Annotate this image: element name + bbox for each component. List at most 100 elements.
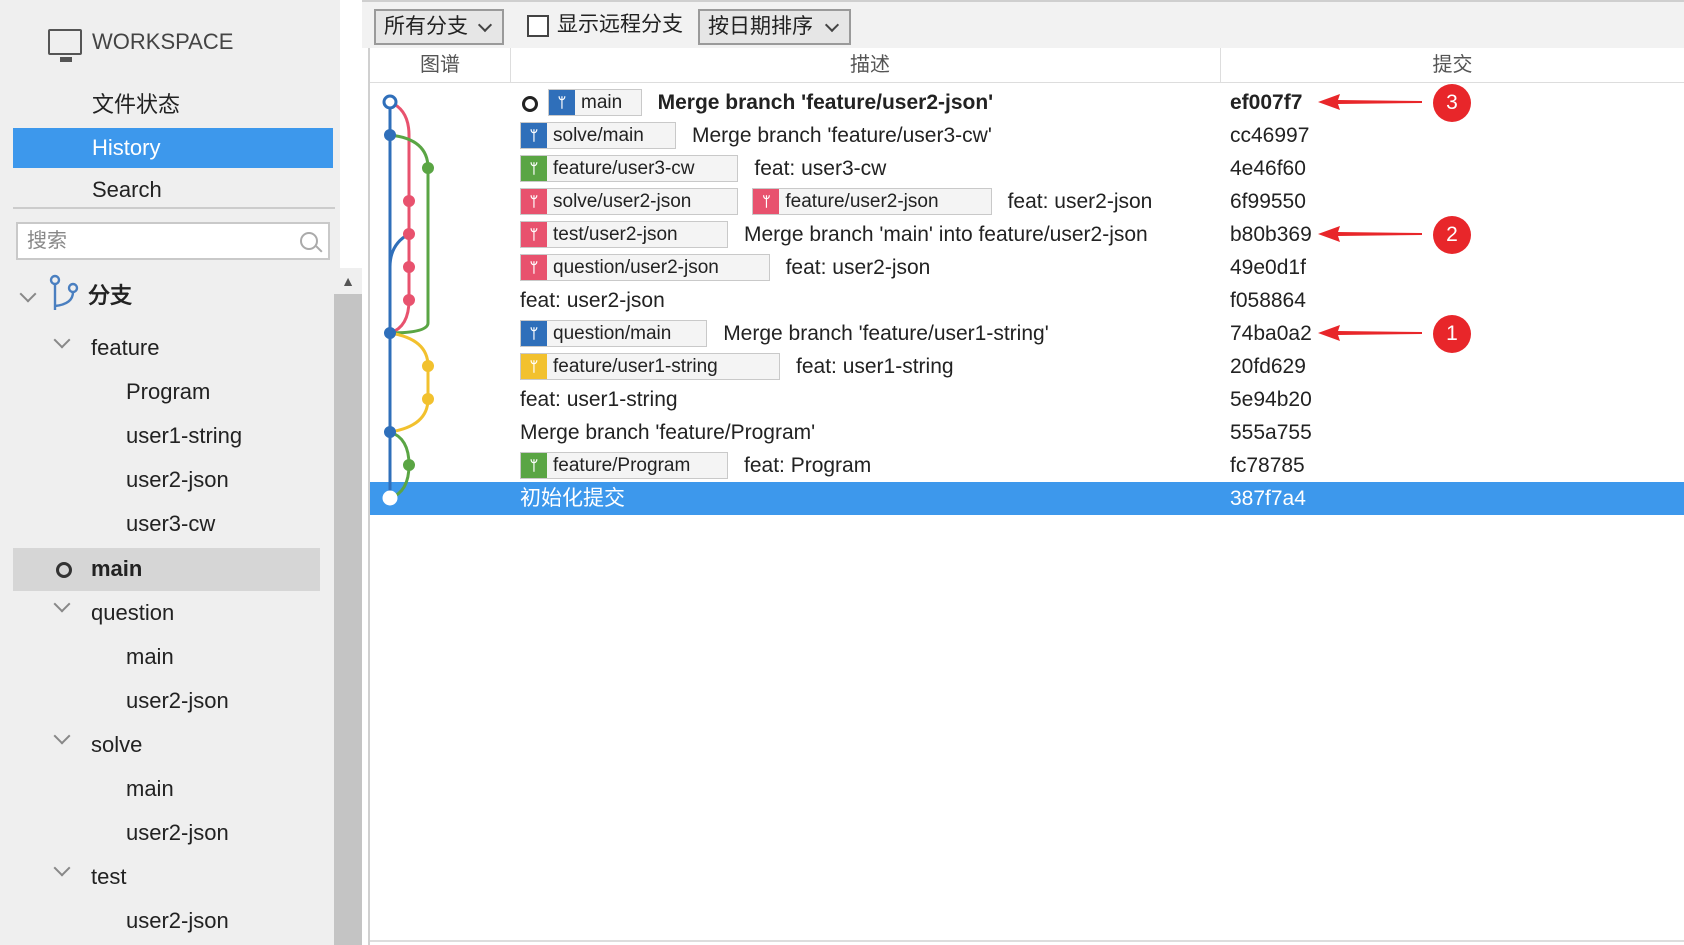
- scroll-up-icon[interactable]: ▲: [334, 268, 362, 294]
- commit-hash: b80b369: [1230, 223, 1312, 246]
- tree-item-feature-user2-json[interactable]: user2-json: [126, 460, 229, 500]
- annotation-marker: 3: [1433, 84, 1471, 122]
- branch-icon: ᛘ: [549, 90, 575, 115]
- chevron-down-icon: [824, 17, 840, 33]
- graph-edge: [389, 331, 430, 434]
- commit-row[interactable]: ᛘ test/user2-json Merge branch 'main' into…: [370, 218, 1684, 251]
- branch-tag[interactable]: ᛘ solve/main: [520, 122, 676, 149]
- commit-row[interactable]: ᛘ question/main Merge branch 'feature/user…: [370, 317, 1684, 350]
- tree-item-feature-program[interactable]: Program: [126, 372, 210, 412]
- graph-node[interactable]: [422, 393, 434, 405]
- tree-group-test[interactable]: test: [91, 857, 126, 897]
- column-commit[interactable]: 提交: [1221, 48, 1684, 82]
- chevron-down-icon[interactable]: [53, 859, 71, 877]
- tree-item-solve-user2-json[interactable]: user2-json: [126, 813, 229, 853]
- tree-item-question-main[interactable]: main: [126, 637, 174, 677]
- nav-file-status[interactable]: 文件状态: [13, 85, 333, 125]
- commit-hash: 74ba0a2: [1230, 322, 1312, 345]
- commit-hash: 387f7a4: [1230, 487, 1306, 510]
- tree-item-feature-user3-cw[interactable]: user3-cw: [126, 504, 215, 544]
- monitor-icon: [48, 29, 82, 62]
- commit-row[interactable]: ᛘ solve/main Merge branch 'feature/user3-c…: [370, 119, 1684, 152]
- head-indicator-icon: [522, 96, 538, 112]
- tree-group-feature[interactable]: feature: [91, 328, 160, 368]
- graph-node[interactable]: [382, 490, 398, 506]
- chevron-down-icon[interactable]: [19, 285, 37, 303]
- column-graph[interactable]: 图谱: [370, 48, 510, 82]
- search-icon[interactable]: [300, 232, 318, 250]
- branch-icon: ᛘ: [521, 123, 547, 148]
- nav-search[interactable]: Search: [13, 170, 333, 210]
- nav-history[interactable]: History: [13, 128, 333, 168]
- show-remote-label[interactable]: 显示远程分支: [557, 10, 683, 40]
- scrollbar-thumb[interactable]: [334, 294, 362, 945]
- show-remote-checkbox[interactable]: [527, 15, 549, 37]
- commit-description: 初始化提交: [520, 487, 625, 510]
- branch-tag[interactable]: ᛘ question/user2-json: [520, 254, 770, 281]
- commit-row[interactable]: feat: user2-json f058864: [370, 284, 1684, 317]
- graph-node[interactable]: [403, 261, 415, 273]
- branch-tag[interactable]: ᛘ test/user2-json: [520, 221, 728, 248]
- workspace-header: WORKSPACE: [48, 22, 233, 62]
- commit-row[interactable]: 初始化提交 387f7a4: [370, 482, 1684, 515]
- commit-row[interactable]: Merge branch 'feature/Program' 555a755: [370, 416, 1684, 449]
- graph-node[interactable]: [384, 426, 396, 438]
- search-input[interactable]: 搜索: [16, 222, 330, 260]
- chevron-down-icon: [477, 17, 493, 33]
- graph-node[interactable]: [384, 327, 396, 339]
- commit-row[interactable]: ᛘ feature/user1-string feat: user1-string 2…: [370, 350, 1684, 383]
- graph-node[interactable]: [382, 94, 398, 110]
- graph-node[interactable]: [384, 129, 396, 141]
- tree-group-solve[interactable]: solve: [91, 725, 142, 765]
- column-description[interactable]: 描述: [511, 48, 1229, 82]
- branch-tag-label: feature/Program: [553, 455, 691, 476]
- branch-tag[interactable]: ᛘ feature/Program: [520, 452, 728, 479]
- chevron-down-icon[interactable]: [53, 727, 71, 745]
- annotation-arrow: [1318, 226, 1422, 242]
- tree-item-solve-main[interactable]: main: [126, 769, 174, 809]
- commit-row[interactable]: ᛘ feature/user3-cw feat: user3-cw 4e46f60: [370, 152, 1684, 185]
- graph-node[interactable]: [422, 360, 434, 372]
- graph-node[interactable]: [403, 459, 415, 471]
- chevron-down-icon[interactable]: [53, 595, 71, 613]
- commit-description: feat: user2-json: [520, 289, 665, 312]
- branch-tag[interactable]: ᛘ feature/user1-string: [520, 353, 780, 380]
- branch-tag[interactable]: ᛘ feature/user2-json: [752, 188, 992, 215]
- commit-row[interactable]: ᛘ main Merge branch 'feature/user2-json' ef…: [370, 86, 1684, 119]
- branch-icon: [49, 274, 79, 310]
- branch-tag[interactable]: ᛘ main: [548, 89, 642, 116]
- commit-row[interactable]: ᛘ feature/Program feat: Program fc78785: [370, 449, 1684, 482]
- commit-row[interactable]: ᛘ question/user2-json feat: user2-json 49e0…: [370, 251, 1684, 284]
- annotation-marker: 2: [1433, 216, 1471, 254]
- branch-tag-label: question/user2-json: [553, 257, 719, 278]
- branch-tag[interactable]: ᛘ question/main: [520, 320, 708, 347]
- chevron-down-icon[interactable]: [53, 331, 71, 349]
- graph-node[interactable]: [403, 294, 415, 306]
- commit-description: feat: Program: [744, 454, 872, 477]
- tree-item-main[interactable]: main: [91, 549, 142, 589]
- graph-node[interactable]: [422, 162, 434, 174]
- branch-icon: ᛘ: [521, 354, 547, 379]
- commit-row[interactable]: ᛘ solve/user2-json ᛘ feature/user2-json feat…: [370, 185, 1684, 218]
- branch-icon: ᛘ: [521, 321, 547, 346]
- tree-group-question[interactable]: question: [91, 593, 174, 633]
- tree-item-question-user2-json[interactable]: user2-json: [126, 681, 229, 721]
- graph-node[interactable]: [403, 195, 415, 207]
- branch-filter-dropdown[interactable]: 所有分支: [374, 9, 504, 45]
- commit-hash: 6f99550: [1230, 190, 1306, 213]
- branch-tag[interactable]: ᛘ feature/user3-cw: [520, 155, 739, 182]
- sort-value: 按日期排序: [708, 15, 813, 38]
- graph-node[interactable]: [403, 228, 415, 240]
- branch-tag-label: feature/user3-cw: [553, 158, 695, 179]
- tree-item-feature-user1-string[interactable]: user1-string: [126, 416, 242, 456]
- tree-item-test-user2-json[interactable]: user2-json: [126, 901, 229, 941]
- commit-hash: ef007f7: [1230, 91, 1303, 114]
- commit-row[interactable]: feat: user1-string 5e94b20: [370, 383, 1684, 416]
- commit-description: feat: user2-json: [1007, 190, 1153, 213]
- branch-tag[interactable]: ᛘ solve/user2-json: [520, 188, 739, 215]
- sort-dropdown[interactable]: 按日期排序: [698, 9, 851, 45]
- commit-description: Merge branch 'main' into feature/user2-j…: [744, 223, 1148, 246]
- branch-tag-label: solve/main: [553, 125, 644, 146]
- commit-hash: cc46997: [1230, 124, 1310, 147]
- commit-description: feat: user3-cw: [754, 157, 887, 180]
